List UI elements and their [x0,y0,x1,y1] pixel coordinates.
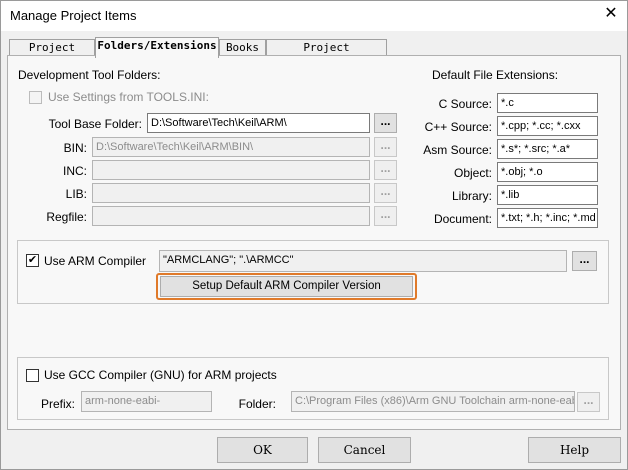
help-button[interactable]: Help [528,437,621,463]
cpp-source-input[interactable]: *.cpp; *.cc; *.cxx [497,116,598,136]
asm-source-input[interactable]: *.s*; *.src; *.a* [497,139,598,159]
use-arm-compiler-label: Use ARM Compiler [44,254,147,268]
library-input[interactable]: *.lib [497,185,598,205]
tool-base-browse-button[interactable]: ... [374,113,397,133]
gcc-prefix-input[interactable]: arm-none-eabi- [81,391,212,412]
object-input[interactable]: *.obj; *.o [497,162,598,182]
gcc-folder-browse-button[interactable]: ... [577,392,600,412]
use-gcc-label: Use GCC Compiler (GNU) for ARM projects [44,368,277,382]
gcc-folder-label: Folder: [238,397,276,411]
document-label: Document: [433,212,492,226]
cancel-button[interactable]: Cancel [318,437,411,463]
use-tools-ini-label: Use Settings from TOOLS.INI: [48,90,209,104]
inc-browse-button[interactable]: ... [374,160,397,180]
arm-compiler-browse-button[interactable]: ... [572,251,597,271]
library-label: Library: [451,189,492,203]
tool-base-label: Tool Base Folder: [48,117,142,131]
use-gcc-checkbox[interactable] [26,369,39,382]
c-source-label: C Source: [438,97,492,111]
tab-folders-extensions[interactable]: Folders/Extensions [95,37,219,58]
bin-browse-button[interactable]: ... [374,137,397,157]
regfile-browse-button[interactable]: ... [374,206,397,226]
close-icon[interactable]: ✕ [600,3,622,25]
cpp-source-label: C++ Source: [424,120,492,134]
tool-base-input[interactable]: D:\Software\Tech\Keil\ARM\ [147,113,370,133]
lib-input[interactable] [92,183,370,203]
dev-folders-heading: Development Tool Folders: [18,68,161,82]
lib-browse-button[interactable]: ... [374,183,397,203]
bin-input[interactable]: D:\Software\Tech\Keil\ARM\BIN\ [92,137,370,157]
arm-compiler-field[interactable]: "ARMCLANG"; ".\ARMCC" [159,250,567,272]
inc-input[interactable] [92,160,370,180]
lib-label: LIB: [65,187,87,201]
regfile-input[interactable] [92,206,370,226]
regfile-label: Regfile: [46,210,87,224]
use-tools-ini-checkbox[interactable] [29,91,42,104]
setup-arm-compiler-button[interactable]: Setup Default ARM Compiler Version [160,276,413,297]
extensions-heading: Default File Extensions: [432,68,559,82]
bin-label: BIN: [63,141,87,155]
object-label: Object: [453,166,492,180]
use-arm-compiler-checkbox[interactable]: ✔ [26,254,39,267]
ok-button[interactable]: OK [217,437,308,463]
document-input[interactable]: *.txt; *.h; *.inc; *.md [497,208,598,228]
gcc-folder-input[interactable]: C:\Program Files (x86)\Arm GNU Toolchain… [291,391,575,412]
inc-label: INC: [63,164,87,178]
gcc-prefix-label: Prefix: [40,397,75,411]
c-source-input[interactable]: *.c [497,93,598,113]
asm-source-label: Asm Source: [423,143,492,157]
window-title: Manage Project Items [10,8,137,23]
